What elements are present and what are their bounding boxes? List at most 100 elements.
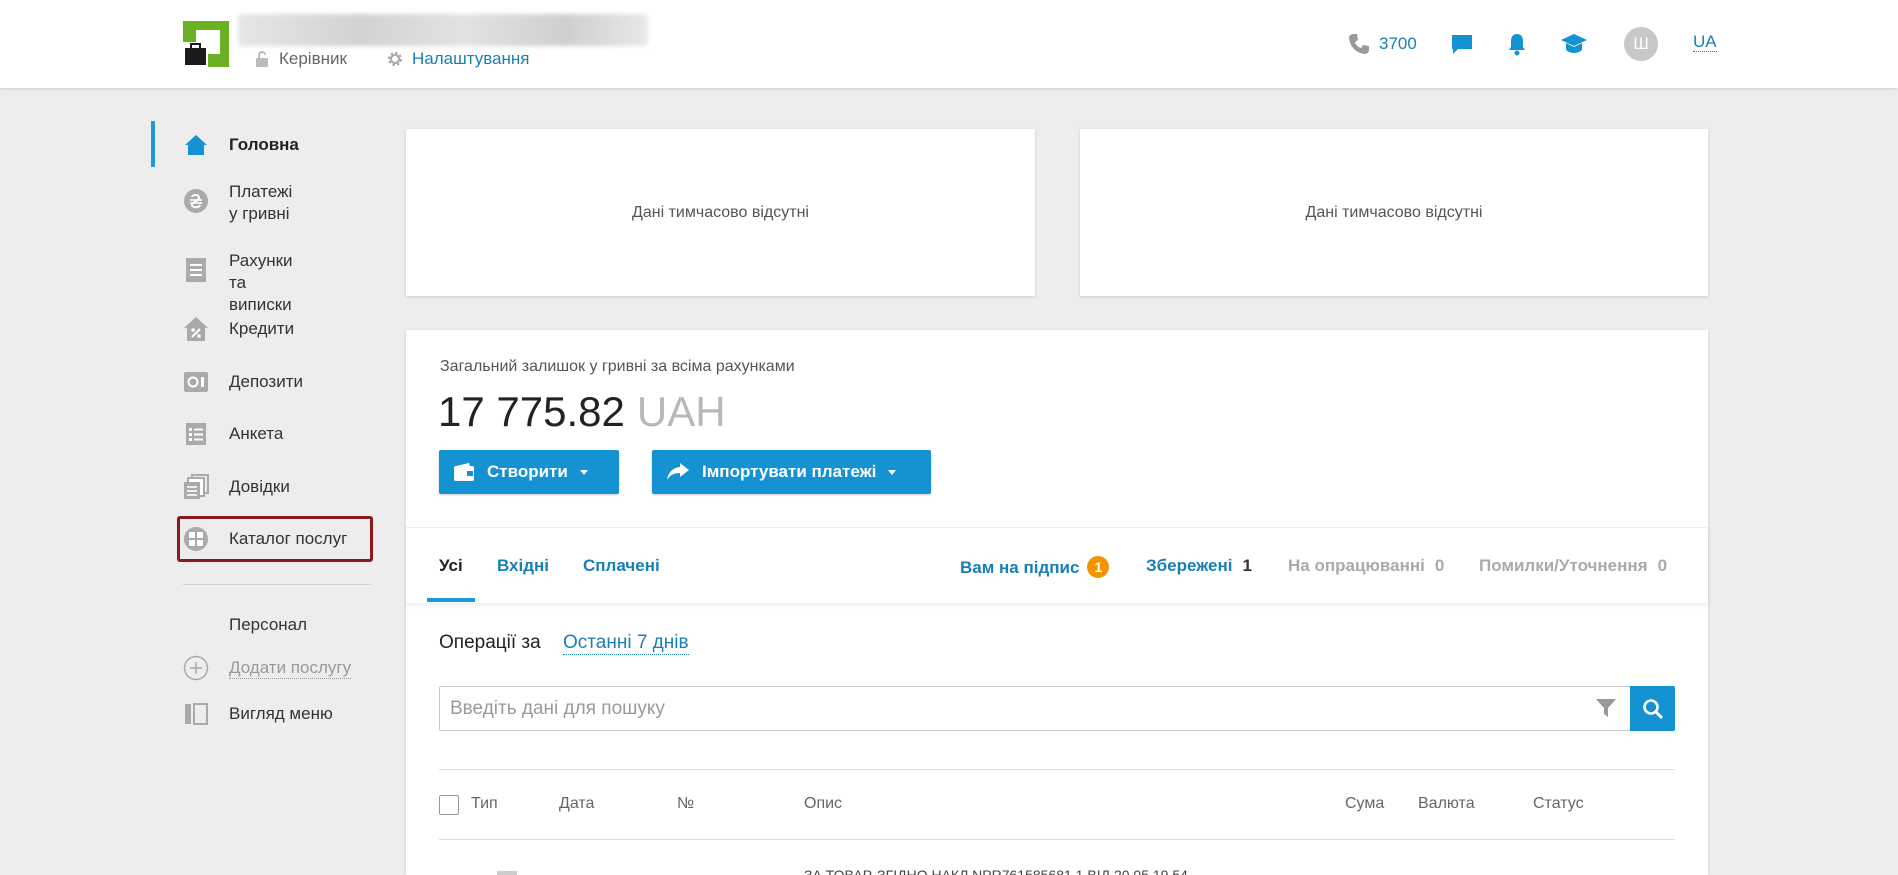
tab-count: 0 — [1434, 556, 1445, 575]
search-icon — [1642, 698, 1663, 719]
gear-icon — [388, 52, 402, 66]
tab-label: Помилки/Уточнення — [1479, 556, 1648, 575]
search-button[interactable] — [1630, 686, 1675, 731]
sidebar-item-label: Вигляд меню — [229, 704, 333, 723]
sidebar-item-home[interactable]: Головна — [183, 132, 299, 158]
settings-link[interactable]: Налаштування — [386, 49, 530, 69]
sidebar-item-label: Довідки — [229, 477, 290, 496]
panel-layout-icon — [183, 701, 209, 727]
search-box — [439, 686, 1631, 731]
column-header-amount[interactable]: Сума — [1345, 795, 1384, 813]
share-arrow-icon — [667, 463, 689, 480]
tab-count: 0 — [1657, 556, 1668, 575]
sidebar-item-label: Депозити — [229, 372, 304, 391]
tab-label: На опрацюванні — [1288, 556, 1425, 575]
sidebar-item-menu-view[interactable]: Вигляд меню — [183, 701, 333, 727]
widget-card-left: Дані тимчасово відсутні — [406, 129, 1035, 296]
column-header-number[interactable]: № — [677, 795, 694, 813]
sidebar-item-add-service[interactable]: Додати послугу — [183, 655, 352, 681]
grid-circle-icon — [183, 526, 209, 552]
create-button-label: Створити — [487, 462, 568, 481]
phone-number: 3700 — [1379, 34, 1417, 53]
chat-icon — [1452, 35, 1472, 54]
sidebar-item-form[interactable]: Анкета — [183, 421, 283, 447]
tab-all[interactable]: Усі — [439, 556, 463, 576]
sidebar-item-label: Персонал — [229, 615, 308, 634]
sidebar-item-payments[interactable]: Платежі у гривні — [183, 182, 292, 223]
language-switch[interactable]: UA — [1693, 33, 1717, 52]
tab-label: Збережені — [1146, 556, 1233, 575]
stacked-docs-icon — [183, 474, 209, 500]
safe-icon — [183, 369, 209, 395]
widget-card-right: Дані тимчасово відсутні — [1080, 129, 1708, 296]
user-avatar[interactable]: Ш — [1624, 27, 1658, 61]
sidebar-item-deposits[interactable]: Депозити — [183, 369, 303, 395]
list-icon — [183, 421, 209, 447]
tab-incoming[interactable]: Вхідні — [497, 556, 549, 576]
table-row-description: ЗА ТОВАР, ЗГІДНО НАКЛ NPR761585681 1 ВІД… — [804, 867, 1188, 875]
tab-saved[interactable]: Збережені 1 — [1146, 556, 1252, 576]
create-button[interactable]: Створити — [439, 450, 619, 494]
sidebar-divider — [183, 584, 371, 585]
empty-state-text: Дані тимчасово відсутні — [1305, 203, 1483, 221]
balance-amount: 17 775.82 UAH — [438, 388, 726, 436]
document-icon — [183, 257, 209, 283]
plus-circle-icon — [183, 655, 209, 681]
active-nav-indicator — [151, 121, 155, 167]
filter-icon[interactable] — [1595, 697, 1617, 719]
house-percent-icon — [183, 316, 209, 342]
sidebar-item-accounts[interactable]: Рахунки та виписки — [183, 251, 293, 314]
tab-to-sign[interactable]: Вам на підпис 1 — [960, 556, 1110, 578]
phone-link[interactable]: 3700 — [1347, 28, 1417, 60]
table-header-border — [439, 839, 1675, 840]
education-button[interactable] — [1560, 30, 1588, 58]
column-header-description[interactable]: Опис — [804, 795, 842, 813]
search-input[interactable] — [450, 687, 1570, 730]
bank-logo[interactable] — [183, 21, 229, 67]
row-checkbox[interactable] — [497, 871, 517, 875]
settings-label: Налаштування — [412, 49, 530, 68]
sidebar-item-label: Головна — [229, 135, 299, 154]
sidebar-item-label: Кредити — [229, 319, 295, 338]
role-indicator: Керівник — [253, 49, 347, 69]
sidebar-item-references[interactable]: Довідки — [183, 474, 290, 500]
home-icon — [183, 132, 209, 158]
balance-currency: UAH — [636, 388, 726, 435]
hryvnia-icon — [183, 188, 209, 214]
tab-paid[interactable]: Сплачені — [583, 556, 660, 576]
operations-label: Операції за — [439, 632, 541, 653]
role-label: Керівник — [279, 49, 347, 68]
empty-state-text: Дані тимчасово відсутні — [632, 203, 809, 221]
column-header-currency[interactable]: Валюта — [1418, 795, 1475, 813]
sidebar-item-label: Рахунки та виписки — [229, 251, 293, 314]
select-all-checkbox[interactable] — [439, 795, 459, 815]
tab-label: Вам на підпис — [960, 558, 1080, 577]
operations-period-select[interactable]: Останні 7 днів — [563, 632, 689, 655]
sidebar-item-catalog[interactable]: Каталог послуг — [183, 526, 347, 552]
tab-count: 1 — [1242, 556, 1252, 575]
sidebar-item-credits[interactable]: Кредити — [183, 316, 294, 342]
unlock-icon — [256, 51, 268, 67]
import-payments-button[interactable]: Імпортувати платежі — [652, 450, 931, 494]
column-header-date[interactable]: Дата — [559, 795, 594, 813]
active-tab-indicator — [427, 598, 475, 602]
graduation-cap-icon — [1561, 34, 1587, 53]
column-header-type[interactable]: Тип — [471, 795, 498, 813]
sidebar-item-personal[interactable]: Персонал — [183, 612, 307, 638]
tab-processing[interactable]: На опрацюванні 0 — [1288, 556, 1444, 576]
notifications-button[interactable] — [1503, 30, 1531, 58]
balance-value: 17 775.82 — [438, 388, 625, 435]
bell-icon — [1509, 34, 1525, 56]
tab-errors[interactable]: Помилки/Уточнення 0 — [1479, 556, 1667, 576]
table-top-border — [439, 769, 1675, 770]
sidebar-item-label: Платежі у гривні — [229, 182, 293, 223]
phone-icon — [1349, 34, 1369, 54]
column-header-status[interactable]: Статус — [1533, 795, 1584, 813]
count-badge: 1 — [1087, 556, 1110, 578]
chat-button[interactable] — [1448, 30, 1476, 58]
wallet-icon — [454, 463, 474, 481]
sidebar-item-label: Додати послугу — [229, 657, 352, 679]
dropdown-caret-icon — [579, 469, 588, 475]
sidebar-item-label: Каталог послуг — [229, 529, 348, 548]
balance-label: Загальний залишок у гривні за всіма раху… — [440, 358, 795, 375]
